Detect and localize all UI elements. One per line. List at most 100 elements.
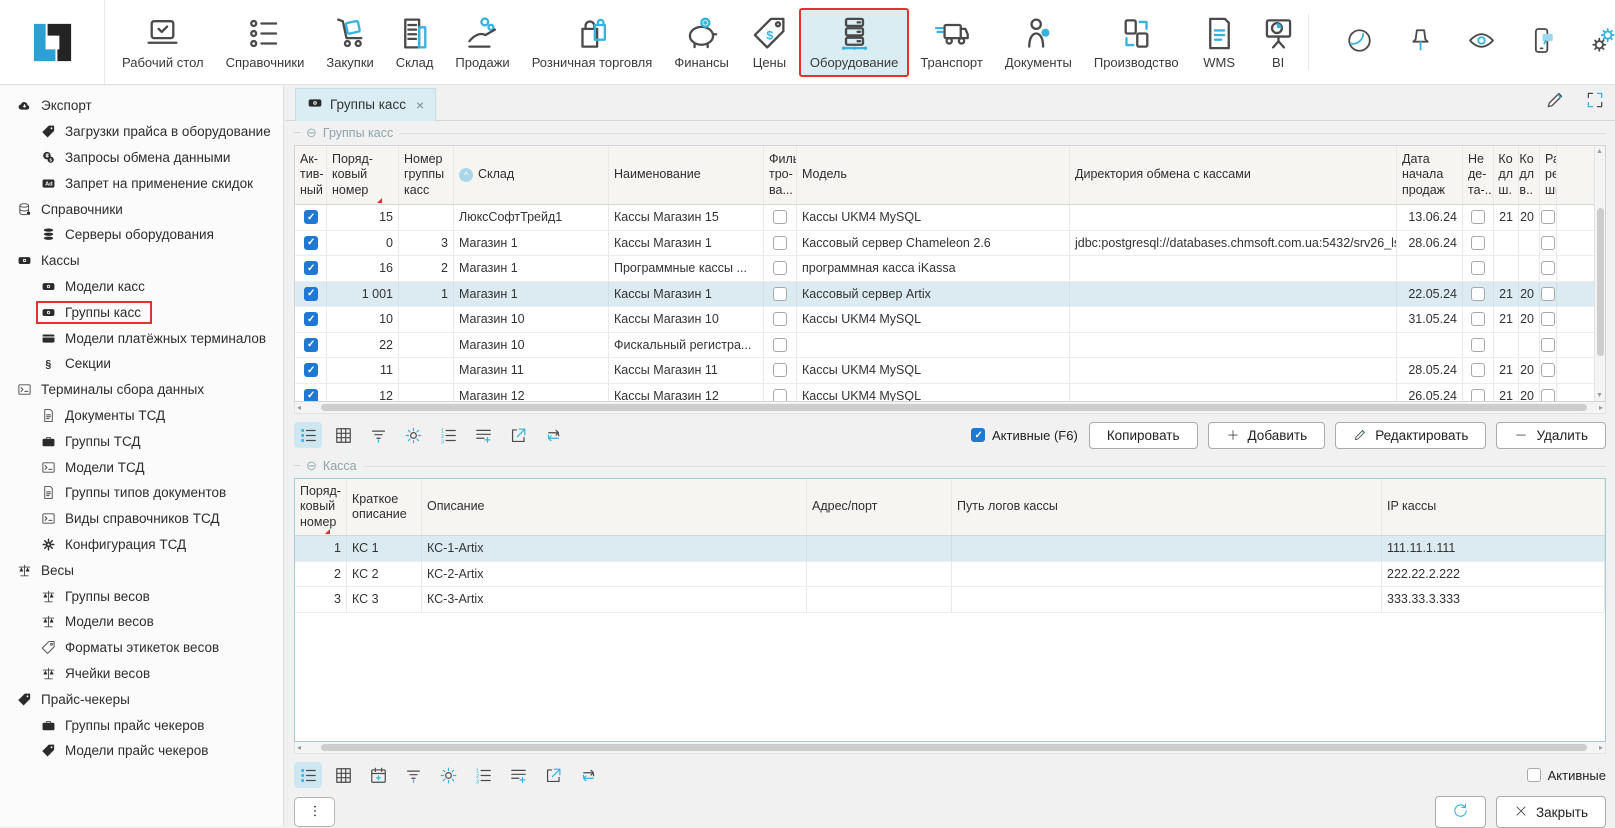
nav-item-prodazhi[interactable]: Продажи [444,8,520,77]
sidebar-item-eksport[interactable]: Экспорт [0,93,283,119]
checkbox-unchecked[interactable] [1541,389,1555,402]
edit-button[interactable]: Редактировать [1335,422,1486,449]
scrollbar-thumb[interactable] [1597,208,1604,356]
add-row-icon-button[interactable] [504,762,532,788]
copy-button[interactable]: Копировать [1089,422,1198,449]
checkbox-unchecked[interactable] [773,210,787,224]
sidebar-item-yacheiki-vesov[interactable]: Ячейки весов [0,661,283,687]
list-view-icon-button[interactable] [294,762,322,788]
checkbox-unchecked[interactable] [1471,261,1485,275]
checkbox-unchecked[interactable] [1471,312,1485,326]
sidebar-item-vesy[interactable]: Весы [0,557,283,583]
tab-close-icon[interactable]: × [416,97,424,113]
sidebar-item-servery-oborudovaniya[interactable]: Серверы оборудования [0,222,283,248]
active-f6-checkbox[interactable]: Активные (F6) [971,428,1078,443]
table-row[interactable]: 3КС 3КС-3-Artix333.33.3.333 [295,587,1605,613]
checkbox-unchecked[interactable] [1541,287,1555,301]
checkbox-unchecked[interactable] [1541,261,1555,275]
vertical-scrollbar[interactable]: ▲ ▼ [1594,146,1605,401]
table-row[interactable]: 22Магазин 10Фискальный регистра... [295,333,1605,359]
sidebar-item-gruppy-kass[interactable]: Группы касс [0,299,283,325]
sidebar-item-sektsii[interactable]: §Секции [0,351,283,377]
sidebar-item-modeli-prays-chekerov[interactable]: Модели прайс чекеров [0,738,283,764]
sidebar-item-modeli-kass[interactable]: Модели касс [0,274,283,300]
sidebar-item-terminaly-sbora-dannyh[interactable]: Терминалы сбора данных [0,377,283,403]
column-header-dir[interactable]: Директория обмена с кассами [1070,146,1397,204]
refresh-button[interactable] [1435,796,1486,828]
checkbox-unchecked[interactable] [773,338,787,352]
delete-button[interactable]: Удалить [1496,422,1606,449]
checkbox-unchecked[interactable] [1541,210,1555,224]
add-button[interactable]: Добавить [1208,422,1326,449]
table-row[interactable]: 10Магазин 10Кассы Магазин 10Кассы UKM4 M… [295,307,1605,333]
checkbox-checked[interactable] [304,236,318,250]
checkbox-checked[interactable] [304,210,318,224]
nav-item-bi[interactable]: BI [1249,8,1308,77]
sidebar-item-konfiguratsiya-tsd[interactable]: Конфигурация ТСД [0,532,283,558]
grid-view-icon-button[interactable] [329,762,357,788]
pin-icon[interactable] [1406,26,1435,58]
sidebar-item-vidy-spravochnikov-tsd[interactable]: Виды справочников ТСД [0,506,283,532]
checkbox-unchecked[interactable] [1471,389,1485,402]
checkbox-unchecked[interactable] [1471,236,1485,250]
checkbox-unchecked[interactable] [1541,312,1555,326]
column-header-short[interactable]: Краткое описание [347,479,422,535]
table-row[interactable]: 15ЛюксСофтТрейд1Кассы Магазин 15Кассы UK… [295,205,1605,231]
numbered-list-icon-button[interactable]: 123 [434,422,462,448]
column-header-razresh[interactable]: Раз-ре-ши [1540,146,1557,204]
column-header-kov[interactable]: Ко дл в.. [1519,146,1540,204]
table-row[interactable]: 162Магазин 1Программные кассы ...програм… [295,256,1605,282]
checkbox-unchecked[interactable] [773,389,787,402]
list-view-icon-button[interactable] [294,422,322,448]
sidebar-item-formaty-etiketok-vesov[interactable]: Форматы этикеток весов [0,635,283,661]
numbered-list-icon-button[interactable]: 123 [469,762,497,788]
table-row[interactable]: 2КС 2КС-2-Artix222.22.2.222 [295,562,1605,588]
nav-item-sklad[interactable]: Склад [385,8,445,77]
checkbox[interactable] [971,428,985,442]
checkbox-unchecked[interactable] [1541,236,1555,250]
pencil-icon[interactable] [1545,90,1565,113]
checkbox-unchecked[interactable] [773,312,787,326]
column-header-group[interactable]: Номер группы касс [399,146,454,204]
checkbox-unchecked[interactable] [773,363,787,377]
add-row-icon-button[interactable] [469,422,497,448]
column-header-name[interactable]: Наименование [609,146,764,204]
collapse-icon[interactable]: ⊖ [306,126,317,139]
column-header-addr[interactable]: Адрес/порт [807,479,952,535]
column-header-order[interactable]: Поряд-ковый номер [327,146,399,204]
sidebar-item-zagruzki-praisa[interactable]: Загрузки прайса в оборудование [0,119,283,145]
checkbox-unchecked[interactable] [773,261,787,275]
scrollbar-thumb[interactable] [321,744,1587,751]
app-logo[interactable] [0,0,105,84]
sidebar-item-gruppy-tsd[interactable]: Группы ТСД [0,428,283,454]
checkbox-unchecked[interactable] [1471,338,1485,352]
table-row[interactable]: 12Магазин 12Кассы Магазин 12Кассы UKM4 M… [295,384,1605,403]
table-row[interactable]: 11Магазин 11Кассы Магазин 11Кассы UKM4 M… [295,358,1605,384]
sidebar-item-modeli-tsd[interactable]: Модели ТСД [0,454,283,480]
checkbox-unchecked[interactable] [1471,287,1485,301]
column-header-logs[interactable]: Путь логов кассы [952,479,1382,535]
nav-item-finansy[interactable]: Финансы [663,8,740,77]
nav-item-proizvodstvo[interactable]: Производство [1083,8,1190,77]
checkbox-unchecked[interactable] [773,287,787,301]
checkbox-checked[interactable] [304,389,318,402]
nav-item-dokumenty[interactable]: Документы [994,8,1083,77]
reload-icon-button[interactable] [574,762,602,788]
sidebar-item-zapret-skidok[interactable]: AdЗапрет на применение скидок [0,170,283,196]
filter-icon-button[interactable] [364,422,392,448]
expand-icon[interactable] [1585,90,1605,113]
checkbox-unchecked[interactable] [1541,338,1555,352]
column-header-model[interactable]: Модель [797,146,1070,204]
table-row[interactable]: 1 0011Магазин 1Кассы Магазин 1Кассовый с… [295,282,1605,308]
open-external-icon-button[interactable] [539,762,567,788]
column-header-kosh[interactable]: Ко дл ш. [1494,146,1519,204]
horizontal-scrollbar[interactable]: ◂ ▸ [294,742,1606,754]
scrollbar-thumb[interactable] [321,404,1587,411]
nav-item-spravochniki[interactable]: Справочники [215,8,316,77]
phone-chat-icon[interactable] [1528,26,1557,58]
sidebar-item-gruppy-tipov-dokumentov[interactable]: Группы типов документов [0,480,283,506]
column-header-filter[interactable]: Филь-тро-ва... [764,146,797,204]
column-header-sklad[interactable]: ^Склад [454,146,609,204]
open-external-icon-button[interactable] [504,422,532,448]
nav-item-zakupki[interactable]: Закупки [315,8,384,77]
